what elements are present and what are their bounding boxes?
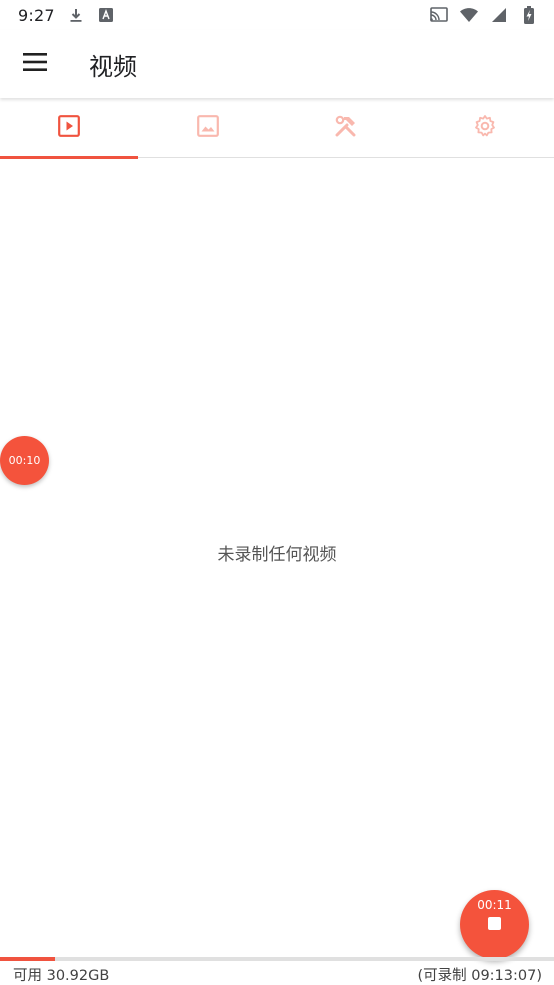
storage-progress-fill bbox=[0, 957, 55, 961]
tab-videos[interactable] bbox=[0, 98, 139, 157]
a-badge-icon bbox=[97, 6, 115, 24]
tab-tools[interactable] bbox=[277, 98, 416, 157]
app-bar: 视频 bbox=[0, 30, 554, 98]
stop-recording-button[interactable]: 00:11 bbox=[460, 890, 529, 959]
battery-charging-icon bbox=[520, 6, 538, 24]
status-time: 9:27 bbox=[18, 6, 55, 25]
storage-record-time: (可录制 09:13:07) bbox=[417, 964, 542, 985]
tab-indicator bbox=[0, 156, 138, 159]
storage-available: 可用 30.92GB bbox=[13, 964, 109, 985]
tab-images[interactable] bbox=[139, 98, 278, 157]
stop-icon bbox=[488, 917, 501, 930]
status-right bbox=[430, 6, 538, 24]
cast-icon bbox=[430, 6, 448, 24]
signal-icon bbox=[490, 6, 508, 24]
fab-timer: 00:11 bbox=[477, 898, 512, 912]
status-bar: 9:27 bbox=[0, 0, 554, 30]
status-left: 9:27 bbox=[18, 6, 115, 25]
tools-icon bbox=[334, 114, 358, 142]
image-icon bbox=[197, 115, 219, 141]
hamburger-menu-icon bbox=[23, 53, 47, 75]
tab-bar bbox=[0, 98, 554, 158]
tab-settings[interactable] bbox=[416, 98, 554, 157]
storage-progress-bar bbox=[0, 957, 554, 961]
wifi-icon bbox=[460, 6, 478, 24]
video-play-icon bbox=[58, 115, 80, 141]
download-icon bbox=[67, 6, 85, 24]
settings-gear-icon bbox=[473, 114, 497, 142]
empty-message: 未录制任何视频 bbox=[0, 540, 554, 565]
floating-timer-bubble[interactable]: 00:10 bbox=[0, 436, 49, 485]
page-title: 视频 bbox=[89, 47, 137, 82]
bubble-timer: 00:10 bbox=[9, 454, 41, 467]
menu-button[interactable] bbox=[0, 30, 70, 98]
